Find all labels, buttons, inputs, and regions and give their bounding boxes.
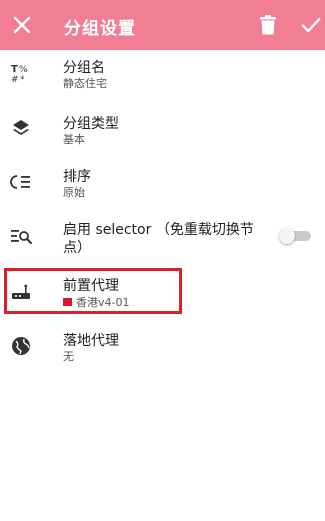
- setting-label: 落地代理: [63, 333, 119, 349]
- app-bar: 分组设置: [0, 0, 325, 50]
- setting-label: 分组类型: [63, 116, 119, 132]
- setting-landing-proxy[interactable]: 落地代理 无: [0, 322, 325, 367]
- setting-group-type[interactable]: 分组类型 基本: [0, 104, 325, 149]
- svg-text:#: #: [11, 75, 19, 84]
- list-search-icon: [11, 230, 32, 244]
- setting-sort[interactable]: 排序 原始: [0, 158, 325, 203]
- setting-label: 启用 selector （免重载切换节: [63, 222, 254, 238]
- svg-text:*: *: [20, 75, 25, 84]
- setting-value: 基本: [63, 133, 85, 146]
- sort-icon: [10, 175, 30, 189]
- page-title: 分组设置: [64, 19, 136, 39]
- toggle-thumb: [279, 228, 295, 244]
- text-format-icon: T % # *: [11, 64, 28, 84]
- setting-value: 静态住宅: [63, 77, 107, 90]
- layers-icon: [13, 120, 29, 135]
- svg-text:%: %: [19, 65, 28, 75]
- close-icon[interactable]: [10, 13, 34, 37]
- setting-value: 原始: [63, 186, 85, 199]
- highlight-box: [4, 268, 182, 314]
- selector-toggle[interactable]: [279, 228, 311, 244]
- setting-label-continued: 点）: [63, 240, 91, 256]
- svg-text:T: T: [11, 64, 18, 75]
- trash-icon[interactable]: [258, 14, 278, 36]
- setting-label: 分组名: [63, 60, 105, 76]
- setting-value: 无: [63, 350, 74, 363]
- setting-enable-selector[interactable]: 启用 selector （免重载切换节 点）: [0, 212, 325, 262]
- setting-group-name[interactable]: T % # * 分组名 静态住宅: [0, 50, 325, 95]
- setting-label: 排序: [63, 169, 91, 185]
- check-icon[interactable]: [300, 14, 322, 36]
- globe-icon: [12, 337, 30, 355]
